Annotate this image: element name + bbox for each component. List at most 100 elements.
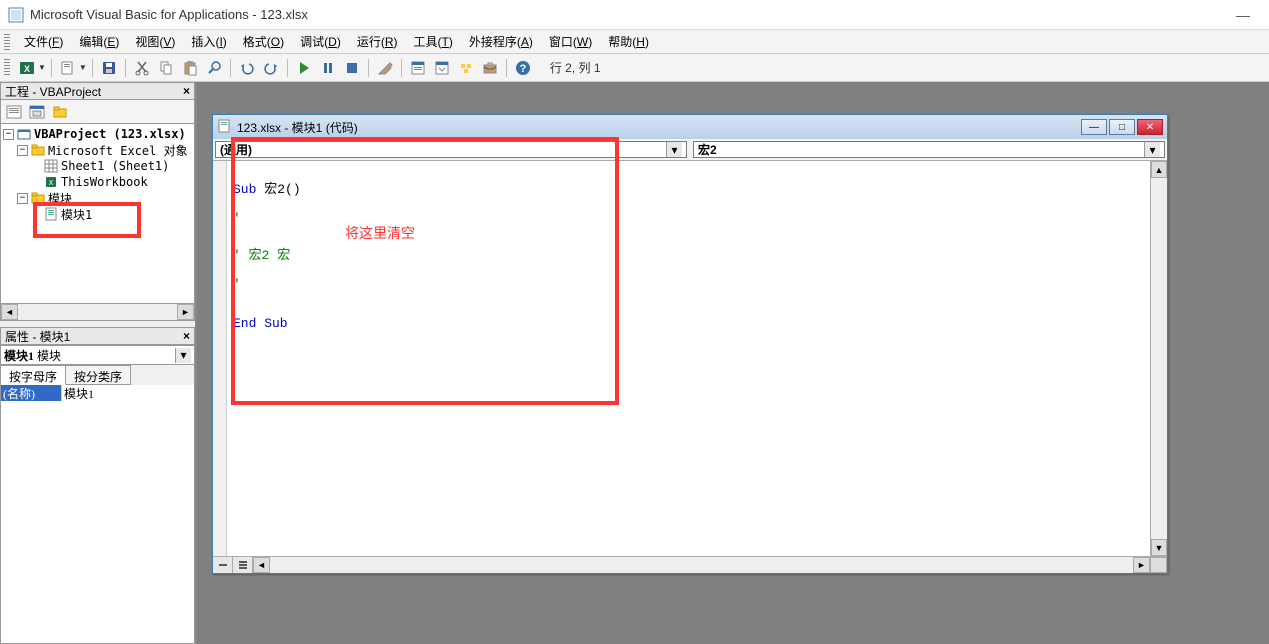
- menu-edit[interactable]: 编辑(E): [71, 31, 127, 52]
- module-icon: [43, 207, 59, 221]
- properties-tabs: 按字母序 按分类序: [0, 365, 195, 385]
- menu-file[interactable]: 文件(F): [16, 31, 71, 52]
- tree-project-root[interactable]: − VBAProject (123.xlsx): [3, 126, 192, 142]
- tree-excel-objects[interactable]: − Microsoft Excel 对象: [3, 142, 192, 158]
- toolbar-grip[interactable]: [4, 34, 10, 50]
- code-window-titlebar[interactable]: 123.xlsx - 模块1 (代码) — □ ✕: [213, 115, 1167, 139]
- menu-format[interactable]: 格式(O): [235, 31, 292, 52]
- view-excel-button[interactable]: X: [16, 57, 38, 79]
- toolbox-button[interactable]: [479, 57, 501, 79]
- scroll-track[interactable]: [270, 557, 1133, 573]
- dropdown-arrow-icon[interactable]: ▼: [38, 63, 46, 72]
- project-explorer-button[interactable]: [407, 57, 429, 79]
- scroll-down-icon[interactable]: ▼: [1151, 539, 1167, 556]
- procedure-dropdown-value: 宏2: [698, 141, 717, 158]
- toolbar-grip[interactable]: [4, 59, 10, 77]
- toggle-folders-button[interactable]: [49, 102, 71, 122]
- full-module-view-button[interactable]: [233, 557, 253, 573]
- cursor-position-status: 行 2, 列 1: [550, 59, 601, 76]
- menu-insert[interactable]: 插入(I): [183, 31, 234, 52]
- view-object-button[interactable]: [26, 102, 48, 122]
- dropdown-arrow-icon[interactable]: ▾: [1144, 142, 1160, 157]
- object-name: 模块1: [4, 347, 34, 364]
- tree-thisworkbook[interactable]: X ThisWorkbook: [3, 174, 192, 190]
- project-tree[interactable]: − VBAProject (123.xlsx) − Microsoft Exce…: [0, 124, 195, 304]
- scroll-track[interactable]: [18, 304, 177, 320]
- redo-button[interactable]: [260, 57, 282, 79]
- close-button[interactable]: ✕: [1137, 119, 1163, 135]
- property-row-name[interactable]: (名称) 模块1: [1, 385, 194, 401]
- app-title: Microsoft Visual Basic for Applications …: [30, 7, 308, 22]
- reset-button[interactable]: [341, 57, 363, 79]
- menu-debug[interactable]: 调试(D): [292, 31, 349, 52]
- scroll-corner: [1150, 557, 1167, 573]
- dropdown-arrow-icon[interactable]: ▾: [666, 142, 682, 157]
- scroll-left-icon[interactable]: ◄: [253, 557, 270, 573]
- tree-label: Sheet1 (Sheet1): [61, 159, 169, 173]
- worksheet-icon: [43, 159, 59, 173]
- code-object-proc-bar: (通用) ▾ 宏2 ▾: [213, 139, 1167, 161]
- mdi-client-area: 123.xlsx - 模块1 (代码) — □ ✕ (通用) ▾ 宏2 ▾: [195, 82, 1269, 644]
- dropdown-arrow-icon[interactable]: ▾: [175, 348, 191, 363]
- tab-alphabetic[interactable]: 按字母序: [1, 365, 66, 385]
- minimize-button[interactable]: —: [1225, 7, 1261, 23]
- dropdown-arrow-icon[interactable]: ▼: [79, 63, 87, 72]
- folder-icon: [30, 191, 46, 205]
- tree-label: 模块: [48, 190, 72, 207]
- properties-window-button[interactable]: [431, 57, 453, 79]
- scroll-right-icon[interactable]: ►: [1133, 557, 1150, 573]
- undo-button[interactable]: [236, 57, 258, 79]
- procedure-view-button[interactable]: [213, 557, 233, 573]
- collapse-icon[interactable]: −: [3, 129, 14, 140]
- collapse-icon[interactable]: −: [17, 193, 28, 204]
- view-code-button[interactable]: [3, 102, 25, 122]
- scroll-up-icon[interactable]: ▲: [1151, 161, 1167, 178]
- object-type: 模块: [37, 347, 61, 364]
- project-explorer-toolbar: [0, 100, 195, 124]
- properties-grid[interactable]: (名称) 模块1: [0, 385, 195, 644]
- object-browser-button[interactable]: [455, 57, 477, 79]
- object-dropdown[interactable]: (通用) ▾: [215, 141, 687, 158]
- property-value[interactable]: 模块1: [61, 385, 194, 401]
- save-button[interactable]: [98, 57, 120, 79]
- properties-object-combo[interactable]: 模块1 模块 ▾: [0, 345, 195, 365]
- collapse-icon[interactable]: −: [17, 145, 28, 156]
- code-footer: ◄ ►: [213, 556, 1167, 573]
- workbook-icon: X: [43, 175, 59, 189]
- find-button[interactable]: [203, 57, 225, 79]
- svg-text:?: ?: [519, 63, 526, 75]
- insert-module-button[interactable]: [57, 57, 79, 79]
- menu-view[interactable]: 视图(V): [127, 31, 183, 52]
- help-button[interactable]: ?: [512, 57, 534, 79]
- close-icon[interactable]: ×: [183, 329, 190, 343]
- scroll-track[interactable]: [1151, 178, 1167, 539]
- tree-sheet1[interactable]: Sheet1 (Sheet1): [3, 158, 192, 174]
- menu-window[interactable]: 窗口(W): [541, 31, 600, 52]
- paste-button[interactable]: [179, 57, 201, 79]
- tab-categorized[interactable]: 按分类序: [66, 365, 131, 385]
- break-button[interactable]: [317, 57, 339, 79]
- close-icon[interactable]: ×: [183, 84, 190, 98]
- svg-text:X: X: [24, 64, 30, 74]
- tree-modules-folder[interactable]: − 模块: [3, 190, 192, 206]
- menu-run[interactable]: 运行(R): [349, 31, 406, 52]
- code-editor[interactable]: Sub 宏2() ' ' 宏2 宏 ' End Sub: [227, 161, 1150, 556]
- minimize-button[interactable]: —: [1081, 119, 1107, 135]
- code-margin[interactable]: [213, 161, 227, 556]
- tree-module1[interactable]: 模块1: [3, 206, 192, 222]
- maximize-button[interactable]: □: [1109, 119, 1135, 135]
- cut-button[interactable]: [131, 57, 153, 79]
- properties-header: 属性 - 模块1 ×: [0, 327, 195, 345]
- menu-tools[interactable]: 工具(T): [406, 31, 461, 52]
- copy-button[interactable]: [155, 57, 177, 79]
- code-vscrollbar[interactable]: ▲ ▼: [1150, 161, 1167, 556]
- procedure-dropdown[interactable]: 宏2 ▾: [693, 141, 1165, 158]
- menu-help[interactable]: 帮助(H): [600, 31, 657, 52]
- scroll-left-icon[interactable]: ◄: [1, 304, 18, 320]
- run-button[interactable]: [293, 57, 315, 79]
- menu-addins[interactable]: 外接程序(A): [461, 31, 541, 52]
- design-mode-button[interactable]: [374, 57, 396, 79]
- scroll-right-icon[interactable]: ►: [177, 304, 194, 320]
- module-icon: [217, 119, 233, 135]
- project-hscrollbar[interactable]: ◄ ►: [0, 304, 195, 321]
